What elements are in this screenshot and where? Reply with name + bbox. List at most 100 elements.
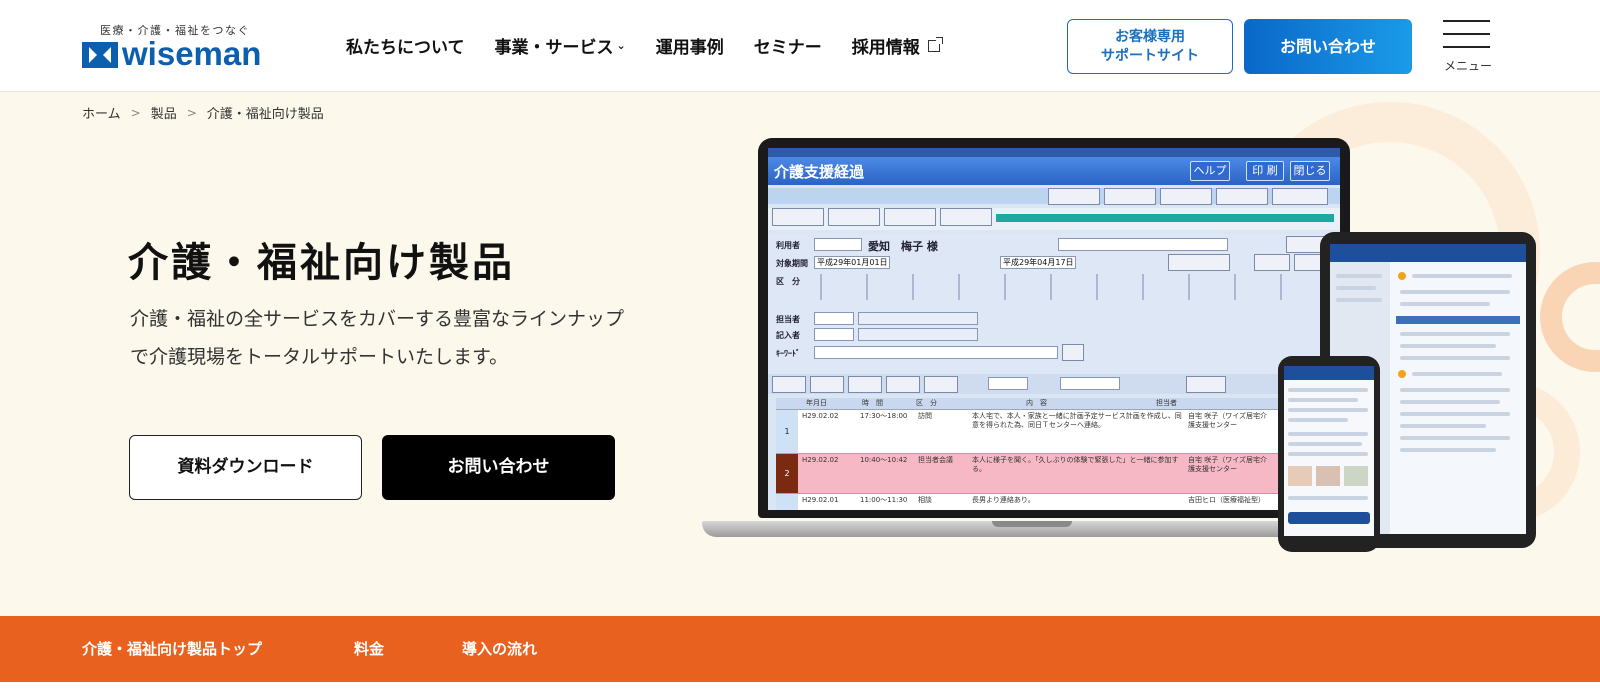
app-filter-box: [1058, 238, 1228, 251]
app-date-from: 平成29年01月01日: [814, 256, 890, 269]
app-filter-select: [988, 377, 1028, 390]
app-row-staff: 吉田ヒロ（医療福祉型）: [1188, 496, 1265, 504]
app-user-id-box: [814, 238, 862, 251]
chevron-right-icon: >: [186, 105, 197, 120]
tablet-line: [1400, 424, 1486, 428]
tablet-line: [1400, 448, 1496, 452]
chevron-right-icon: >: [130, 105, 141, 120]
app-mini-button: [1160, 188, 1212, 205]
tablet-line: [1400, 356, 1510, 360]
app-mini-button: [1216, 188, 1268, 205]
app-user-name: 愛知 梅子 様: [868, 240, 938, 253]
smartphone-screen: [1284, 366, 1374, 536]
app-row-date: H29.02.01: [802, 496, 839, 504]
table-row: 3 H29.02.01 11:00〜11:30 相談 長男より連絡あり。 吉田ヒ…: [776, 494, 1332, 510]
app-row-date: H29.02.02: [802, 412, 839, 420]
tablet-app-header: [1330, 244, 1526, 262]
subnav-pricing[interactable]: 料金: [354, 638, 384, 659]
app-table-header: 年月日 時 間 区 分 内 容 担当者: [776, 398, 1332, 410]
header-contact-button[interactable]: お問い合わせ: [1244, 19, 1412, 74]
app-form-area: 利用者 愛知 梅子 様 対象期間 平成29年01月01日 平成29年04月17日…: [768, 234, 1340, 384]
app-mini-button: [828, 208, 880, 226]
download-materials-button[interactable]: 資料ダウンロード: [129, 435, 362, 500]
app-row-time: 11:00〜11:30: [860, 496, 908, 504]
app-row-type: 担当者会議: [918, 456, 953, 464]
app-screen-title: 介護支援経過: [774, 163, 865, 181]
phone-line: [1288, 442, 1362, 446]
app-row-time: 10:40〜10:42: [860, 456, 908, 464]
tablet-line: [1400, 332, 1510, 336]
hamburger-bar: [1443, 20, 1490, 22]
phone-photo-thumbnail: [1344, 466, 1368, 486]
app-window-titlebar: [768, 148, 1340, 157]
app-header: 介護支援経過 ヘルプ 印 刷 閉じる: [768, 157, 1340, 185]
logo-wordmark: wiseman: [122, 35, 262, 72]
app-user-label: 利用者: [776, 241, 800, 250]
wiseman-logo[interactable]: 医療・介護・福祉をつなぐ wiseman: [82, 22, 272, 72]
table-row: 1 H29.02.02 17:30〜18:00 訪問 本人宅で、本人・家族と一緒…: [776, 410, 1332, 454]
app-action-row: [768, 374, 1340, 394]
app-mini-button: [772, 376, 806, 393]
tablet-badge: [1398, 370, 1406, 378]
laptop-screen: 介護支援経過 ヘルプ 印 刷 閉じる 利用者 愛知 梅子 様 対象期間 平成29…: [768, 148, 1340, 510]
breadcrumb: ホーム > 製品 > 介護・福祉向け製品: [82, 103, 324, 123]
tablet-line: [1400, 290, 1510, 294]
app-writer-label: 記入者: [776, 331, 800, 340]
tablet-line: [1400, 302, 1490, 306]
app-col-type: 区 分: [916, 399, 937, 407]
breadcrumb-current: 介護・福祉向け製品: [206, 107, 324, 122]
subnav-introduction-flow[interactable]: 導入の流れ: [462, 638, 537, 659]
app-writer-select: [814, 328, 854, 341]
support-site-line1: お客様専用: [1115, 29, 1185, 45]
phone-line: [1288, 496, 1368, 500]
app-col-staff: 担当者: [1156, 399, 1177, 407]
nav-services[interactable]: 事業・サービス ⌄: [495, 33, 626, 58]
app-tab-row: [768, 208, 1340, 230]
nav-services-label: 事業・サービス: [494, 38, 614, 58]
nav-cases-label: 運用事例: [655, 38, 724, 58]
chevron-down-icon: ⌄: [616, 39, 626, 52]
app-keyword-label: ｷｰﾜｰﾄﾞ: [776, 349, 800, 358]
nav-about[interactable]: 私たちについて: [346, 33, 465, 58]
app-staff-select: [814, 312, 854, 325]
app-mini-button: [886, 376, 920, 393]
breadcrumb-products[interactable]: 製品: [151, 103, 177, 122]
phone-photo-thumbnail: [1288, 466, 1312, 486]
nav-recruit[interactable]: 採用情報: [852, 33, 943, 58]
hamburger-menu-button[interactable]: メニュー: [1443, 20, 1492, 76]
tablet-badge: [1398, 272, 1406, 280]
tablet-line: [1336, 298, 1382, 302]
tablet-line: [1336, 286, 1376, 290]
app-sort-select: [1060, 377, 1120, 390]
hero-contact-button[interactable]: お問い合わせ: [382, 435, 615, 500]
external-link-icon: [927, 36, 943, 52]
app-mini-button: [1104, 188, 1156, 205]
nav-seminar-label: セミナー: [753, 38, 822, 58]
tablet-line: [1336, 274, 1382, 278]
app-col-date: 年月日: [806, 399, 827, 407]
wiseman-logo-mark-icon: [82, 42, 118, 68]
subnav-products-top[interactable]: 介護・福祉向け製品トップ: [82, 638, 262, 659]
app-category-checkboxes: [814, 274, 1334, 300]
nav-about-label: 私たちについて: [346, 38, 465, 58]
phone-line: [1288, 398, 1358, 402]
support-site-line2: サポートサイト: [1101, 48, 1199, 64]
app-staff-label: 担当者: [776, 315, 800, 324]
app-row-type: 相談: [918, 496, 932, 504]
support-site-button[interactable]: お客様専用 サポートサイト: [1067, 19, 1233, 74]
phone-line: [1288, 418, 1348, 422]
app-mini-button: [940, 208, 992, 226]
tablet-section-bar: [1396, 316, 1520, 324]
nav-seminar[interactable]: セミナー: [754, 33, 822, 58]
app-row-number: 2: [776, 454, 798, 493]
breadcrumb-home[interactable]: ホーム: [82, 103, 121, 122]
tablet-line: [1400, 344, 1496, 348]
app-print-button: 印 刷: [1246, 161, 1284, 181]
laptop-product-image: 介護支援経過 ヘルプ 印 刷 閉じる 利用者 愛知 梅子 様 対象期間 平成29…: [702, 138, 1352, 548]
app-mini-button: [884, 208, 936, 226]
nav-cases[interactable]: 運用事例: [656, 33, 724, 58]
app-mini-button: [1254, 254, 1290, 271]
app-row-date: H29.02.02: [802, 456, 839, 464]
app-row-staff: 自宅 咲子（ワイズ居宅介護支援センター: [1188, 456, 1268, 473]
app-mini-button: [772, 208, 824, 226]
